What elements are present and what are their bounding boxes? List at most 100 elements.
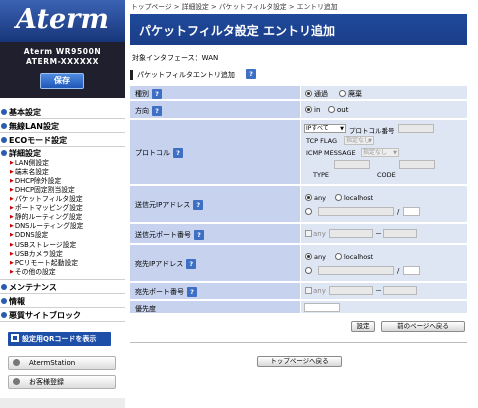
arrow-right-icon: ▶: [10, 178, 14, 184]
dropdown-arrow-icon: ▼: [393, 150, 397, 156]
radio-selected-icon: [305, 90, 312, 97]
row-protocol: プロトコル? IPすべて ▼ プロトコル番号 TCP FLAG 指定なし ▼ ICM…: [130, 120, 467, 185]
nav-sub-dns-routing[interactable]: ▶DNSルーティング設定: [10, 222, 83, 231]
section-title: パケットフィルタエントリ追加: [137, 71, 235, 79]
nav-divider: [0, 293, 125, 294]
help-icon[interactable]: ?: [193, 200, 204, 210]
type-pass-radio[interactable]: 通過: [305, 89, 328, 99]
dropdown-arrow-icon: ▼: [340, 126, 344, 132]
link-icon: [13, 378, 20, 385]
back-to-previous-page-button[interactable]: 前のページへ戻る: [381, 321, 465, 332]
source-ip-input[interactable]: [318, 207, 394, 216]
help-icon[interactable]: ?: [194, 230, 204, 240]
source-ip-mask-input[interactable]: [403, 207, 420, 216]
nav-sub-usb-storage[interactable]: ▶USBストレージ設定: [10, 241, 76, 250]
destination-port-start-input[interactable]: [329, 286, 373, 295]
help-icon[interactable]: ?: [246, 69, 256, 79]
icmp-message-select[interactable]: 指定なし ▼: [361, 148, 399, 157]
nav-malicious-site-block[interactable]: 悪質サイトブロック: [0, 310, 81, 321]
bullet-icon: [1, 298, 7, 304]
help-icon[interactable]: ?: [186, 259, 197, 269]
nav-sub-port-mapping[interactable]: ▶ポートマッピング設定: [10, 204, 83, 213]
nav-info[interactable]: 情報: [0, 296, 25, 307]
row-label: 種別: [135, 90, 149, 98]
source-ip-localhost-radio[interactable]: localhost: [335, 194, 373, 202]
source-port-end-input[interactable]: [383, 229, 417, 238]
nav-sub-dhcp-fixed[interactable]: ▶DHCP固定割当設定: [10, 186, 75, 195]
radio-selected-icon: [305, 194, 312, 201]
help-icon[interactable]: ?: [152, 106, 162, 116]
sidebar: Aterm Aterm WR9500N ATERM-XXXXXX 保存 基本設定…: [0, 0, 125, 408]
target-interface: 対象インタフェース：WAN: [132, 54, 219, 62]
icmp-type-input[interactable]: [334, 160, 370, 169]
nav-sub-lan[interactable]: ▶LAN側設定: [10, 159, 49, 168]
arrow-right-icon: ▶: [10, 196, 14, 202]
row-label: 宛先ポート番号: [135, 288, 184, 296]
model-name: Aterm WR9500N: [23, 47, 102, 56]
direction-out-radio[interactable]: out: [328, 106, 348, 114]
title-bar: パケットフィルタ設定 エントリ追加: [130, 14, 467, 45]
destination-ip-any-radio[interactable]: any: [305, 253, 326, 261]
icmp-code-input[interactable]: [399, 160, 435, 169]
radio-icon: [305, 267, 312, 274]
source-port-any-checkbox[interactable]: any: [305, 230, 326, 238]
nav-divider: [0, 307, 125, 308]
arrow-right-icon: ▶: [10, 187, 14, 193]
destination-port-end-input[interactable]: [383, 286, 417, 295]
nav-wireless-lan[interactable]: 無線LAN設定: [0, 121, 59, 132]
nav-advanced-settings[interactable]: 詳細設定: [0, 148, 41, 159]
nav-sub-static-routing[interactable]: ▶静的ルーティング設定: [10, 213, 82, 222]
tcp-flag-select[interactable]: 指定なし ▼: [344, 136, 374, 145]
row-label: 送信元ポート番号: [135, 231, 191, 239]
source-ip-any-radio[interactable]: any: [305, 194, 326, 202]
nav-basic-settings[interactable]: 基本設定: [0, 107, 41, 118]
nav-sub-pc-remote[interactable]: ▶PCリモート起動設定: [10, 259, 78, 268]
nav-sub-other[interactable]: ▶その他の設定: [10, 268, 56, 277]
arrow-right-icon: ▶: [10, 214, 14, 220]
arrow-right-icon: ▶: [10, 223, 14, 229]
help-icon[interactable]: ?: [173, 148, 183, 158]
destination-port-any-checkbox[interactable]: any: [305, 287, 326, 295]
checkbox-icon: [305, 230, 312, 237]
nav-sub-packet-filter[interactable]: ▶パケットフィルタ設定: [10, 195, 83, 204]
row-source-port: 送信元ポート番号? any －: [130, 224, 467, 244]
help-icon[interactable]: ?: [187, 287, 197, 297]
bullet-icon: [1, 150, 7, 156]
tcp-flag-label: TCP FLAG: [306, 137, 337, 145]
nav-maintenance[interactable]: メンテナンス: [0, 282, 57, 293]
nav-eco-mode[interactable]: ECOモード設定: [0, 135, 67, 146]
nav-sub-terminal-name[interactable]: ▶端末名設定: [10, 168, 49, 177]
direction-in-radio[interactable]: in: [305, 106, 320, 114]
source-ip-custom-radio[interactable]: [305, 208, 314, 216]
destination-ip-custom-radio[interactable]: [305, 267, 314, 275]
customer-registration-button[interactable]: お客様登録: [8, 375, 116, 389]
nav-sub-ddns[interactable]: ▶DDNS設定: [10, 231, 48, 240]
section-marker: [130, 70, 133, 80]
priority-input[interactable]: [304, 303, 340, 312]
arrow-right-icon: ▶: [10, 251, 14, 257]
aterm-station-button[interactable]: AtermStation: [8, 356, 116, 370]
set-button[interactable]: 設定: [351, 321, 375, 332]
save-button[interactable]: 保存: [40, 73, 84, 89]
destination-ip-input[interactable]: [318, 266, 394, 275]
row-direction: 方向? in out: [130, 101, 467, 119]
dropdown-arrow-icon: ▼: [368, 138, 372, 144]
nav-sub-usb-camera[interactable]: ▶USBカメラ設定: [10, 250, 63, 259]
back-to-top-page-button[interactable]: トップページへ戻る: [257, 356, 342, 367]
show-qr-code-button[interactable]: 設定用QRコードを表示: [8, 332, 111, 346]
row-label: 送信元IPアドレス: [135, 201, 191, 209]
source-port-start-input[interactable]: [329, 229, 373, 238]
arrow-right-icon: ▶: [10, 160, 14, 166]
nav-divider: [0, 279, 125, 280]
row-label: 宛先IPアドレス: [135, 260, 184, 268]
help-icon[interactable]: ?: [152, 89, 162, 99]
arrow-right-icon: ▶: [10, 205, 14, 211]
radio-icon: [335, 194, 342, 201]
protocol-number-input[interactable]: [398, 124, 434, 133]
destination-ip-mask-input[interactable]: [403, 266, 420, 275]
protocol-select[interactable]: IPすべて ▼: [304, 124, 346, 133]
type-discard-radio[interactable]: 廃棄: [339, 89, 362, 99]
nav-sub-dhcp-exclude[interactable]: ▶DHCP除外設定: [10, 177, 61, 186]
sidebar-footer: [0, 398, 125, 408]
destination-ip-localhost-radio[interactable]: localhost: [335, 253, 373, 261]
